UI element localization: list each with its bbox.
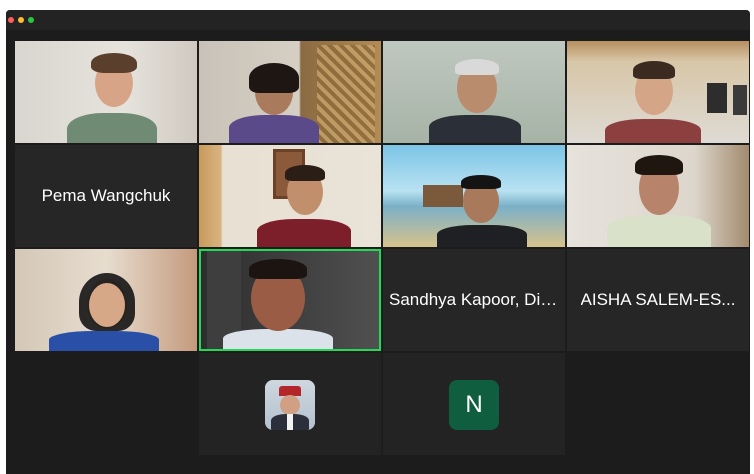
title-bar	[6, 10, 750, 30]
participant-video-4[interactable]	[567, 41, 749, 143]
participant-tile-sandhya[interactable]: Sandhya Kapoor, Dir...	[383, 249, 565, 351]
participant-name: Sandhya Kapoor, Dir...	[389, 290, 559, 309]
participant-video-8[interactable]	[15, 249, 197, 351]
participant-video-5[interactable]	[199, 145, 381, 247]
maximize-window-button[interactable]	[28, 17, 34, 23]
participant-video-1[interactable]	[15, 41, 197, 143]
participant-video-7[interactable]	[567, 145, 749, 247]
participant-name: AISHA SALEM-ES...	[580, 290, 736, 309]
participant-name: Pema Wangchuk	[41, 186, 171, 205]
close-window-button[interactable]	[8, 17, 14, 23]
participant-video-6[interactable]	[383, 145, 565, 247]
participant-tile-letter-avatar[interactable]: N	[383, 353, 565, 455]
participant-avatar	[265, 380, 315, 430]
participant-video-active-speaker[interactable]	[199, 249, 381, 351]
participant-initial-avatar: N	[449, 380, 499, 430]
participant-video-3[interactable]	[383, 41, 565, 143]
participant-tile-photo-avatar[interactable]	[199, 353, 381, 455]
minimize-window-button[interactable]	[18, 17, 24, 23]
participant-tile-aisha[interactable]: AISHA SALEM-ES...	[567, 249, 749, 351]
meeting-window: Pema Wangchuk Sandhya Kapoor, Dir... AIS…	[6, 10, 750, 474]
participant-video-2[interactable]	[199, 41, 381, 143]
participant-tile-pema[interactable]: Pema Wangchuk	[15, 145, 197, 247]
